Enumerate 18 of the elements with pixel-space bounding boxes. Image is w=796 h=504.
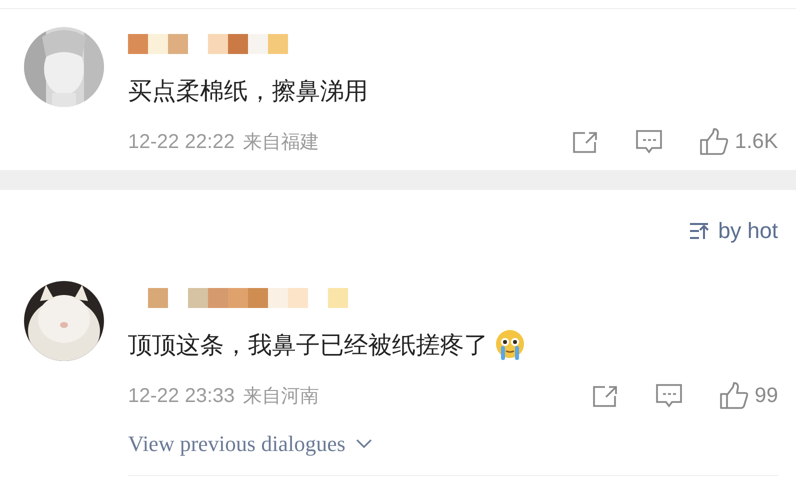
- share-icon[interactable]: [570, 130, 599, 154]
- comment-time: 12-22 22:22: [128, 130, 235, 154]
- comment-time: 12-22 23:33: [128, 384, 235, 408]
- comment-icon[interactable]: [634, 129, 663, 155]
- like-count: 99: [754, 384, 778, 408]
- comment-text: 顶顶这条，我鼻子已经被纸搓疼了: [128, 330, 488, 361]
- like-count: 1.6K: [734, 130, 778, 154]
- chevron-down-icon: [355, 438, 374, 450]
- crying-emoji-icon: [494, 329, 526, 361]
- comment-location: 来自河南: [242, 384, 319, 409]
- comment-location: 来自福建: [242, 130, 319, 155]
- view-previous-link[interactable]: View previous dialogues: [128, 431, 374, 457]
- comment-text: 买点柔棉纸，擦鼻涕用: [128, 76, 368, 107]
- thumbs-up-icon[interactable]: [718, 382, 749, 410]
- thumbs-up-icon[interactable]: [698, 128, 729, 156]
- sort-button[interactable]: by hot: [688, 216, 778, 246]
- comment-icon[interactable]: [654, 383, 683, 409]
- share-icon[interactable]: [590, 384, 619, 408]
